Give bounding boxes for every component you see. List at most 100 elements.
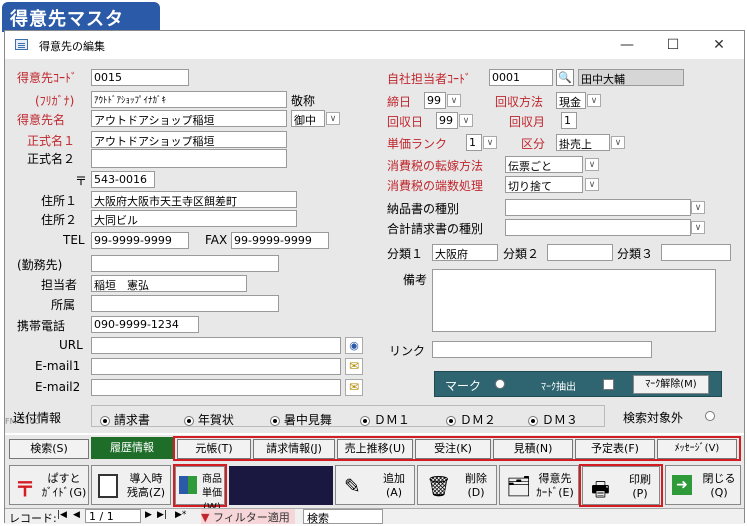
url-label: URL bbox=[59, 338, 83, 352]
tab-ledger[interactable]: 元帳(T) bbox=[177, 439, 251, 459]
mail-icon[interactable]: ✉ bbox=[345, 358, 363, 375]
tab-billing[interactable]: 請求情報(J) bbox=[253, 439, 335, 459]
tab-search[interactable]: 検索(S) bbox=[9, 439, 89, 459]
class2-field[interactable] bbox=[547, 244, 613, 261]
search-icon[interactable]: 🔍 bbox=[556, 69, 574, 86]
fax-field[interactable]: 99-9999-9999 bbox=[231, 232, 329, 249]
closing-select[interactable]: 99 bbox=[424, 92, 446, 109]
tab-history[interactable]: 履歴情報 bbox=[91, 437, 173, 459]
collect-month-field[interactable]: 1 bbox=[561, 112, 577, 129]
first-record-button[interactable]: |◀ bbox=[57, 510, 67, 520]
addr2-field[interactable]: 大同ビル bbox=[91, 210, 297, 227]
tab-bar: 検索(S) 履歴情報 元帳(T) 請求情報(J) 売上推移(U) 受注(K) 見… bbox=[5, 435, 744, 463]
nav-search-field[interactable]: 検索 bbox=[303, 509, 383, 525]
new-record-button[interactable]: ▶* bbox=[175, 510, 186, 520]
dark-spacer bbox=[229, 466, 333, 505]
price-rank-select[interactable]: 1 bbox=[466, 134, 482, 151]
tel-field[interactable]: 99-9999-9999 bbox=[91, 232, 189, 249]
del-label-2: (D) bbox=[467, 486, 485, 499]
class3-field[interactable] bbox=[661, 244, 731, 261]
send-option[interactable]: ＤＭ２ bbox=[446, 411, 496, 428]
send-option[interactable]: ＤＭ３ bbox=[528, 411, 578, 428]
honorific-select[interactable]: 御中 bbox=[291, 110, 325, 127]
next-record-button[interactable]: ▶ bbox=[145, 510, 152, 520]
collect-method-select[interactable]: 現金 bbox=[556, 92, 586, 109]
send-option[interactable]: 請求書 bbox=[100, 411, 150, 428]
trash-icon: 🗑 bbox=[426, 474, 452, 498]
person-field[interactable]: 稲垣 憲弘 bbox=[91, 275, 247, 292]
delivery-type-select[interactable] bbox=[505, 199, 691, 216]
cust-code-label: 得意先ｺｰﾄﾞ bbox=[17, 71, 78, 85]
tab-schedule[interactable]: 予定表(F) bbox=[575, 439, 655, 459]
addr1-field[interactable]: 大阪府大阪市天王寺区餌差町 bbox=[91, 191, 297, 208]
card-label-2: ｶｰﾄﾞ(E) bbox=[536, 486, 574, 499]
chevron-down-icon[interactable]: ∨ bbox=[691, 201, 705, 214]
link-field[interactable] bbox=[432, 341, 652, 358]
minimize-button[interactable]: — bbox=[605, 33, 649, 57]
add-label-2: (A) bbox=[385, 486, 403, 499]
chevron-down-icon[interactable]: ∨ bbox=[585, 158, 599, 171]
mobile-field[interactable]: 090-9999-1234 bbox=[91, 316, 199, 333]
workplace-field[interactable] bbox=[91, 255, 279, 272]
chevron-down-icon[interactable]: ∨ bbox=[459, 114, 473, 127]
close-window-button[interactable]: ✕ bbox=[697, 33, 741, 57]
email1-field[interactable] bbox=[91, 358, 341, 375]
send-option[interactable]: ＤＭ１ bbox=[360, 411, 410, 428]
globe-icon[interactable]: ◉ bbox=[345, 337, 363, 354]
link-label: リンク bbox=[389, 344, 426, 358]
customer-card-button[interactable]: 🗂 得意先 ｶｰﾄﾞ(E) bbox=[499, 465, 579, 505]
official2-field[interactable] bbox=[91, 149, 287, 168]
add-label: 追加 bbox=[383, 472, 405, 485]
mark-extract-checkbox[interactable] bbox=[603, 379, 614, 390]
official1-field[interactable]: アウトドアショップ稲垣 bbox=[91, 131, 287, 148]
chevron-down-icon[interactable]: ∨ bbox=[691, 221, 705, 234]
search-exclude-radio[interactable] bbox=[705, 411, 715, 421]
delete-button[interactable]: 🗑 削除 (D) bbox=[417, 465, 497, 505]
kana-field[interactable]: ｱｳﾄﾄﾞｱｼｮｯﾌﾟｲﾅｶﾞｷ bbox=[91, 91, 287, 108]
tab-sales-trend[interactable]: 売上推移(U) bbox=[337, 439, 413, 459]
last-record-button[interactable]: ▶| bbox=[157, 510, 167, 520]
official2-label: 正式名２ bbox=[27, 152, 76, 166]
send-option[interactable]: 暑中見舞 bbox=[270, 411, 332, 428]
email2-field[interactable] bbox=[91, 379, 341, 396]
product-label: 商品 bbox=[202, 474, 222, 485]
chevron-down-icon[interactable]: ∨ bbox=[326, 112, 340, 125]
dept-field[interactable] bbox=[91, 295, 279, 312]
mark-radio[interactable] bbox=[495, 379, 505, 389]
record-position-field[interactable]: 1 / 1 bbox=[85, 509, 141, 523]
tab-estimate[interactable]: 見積(N) bbox=[493, 439, 573, 459]
class1-field[interactable]: 大阪府 bbox=[432, 244, 498, 261]
prev-record-button[interactable]: ◀ bbox=[73, 510, 80, 520]
remarks-field[interactable] bbox=[432, 269, 716, 332]
collect-day-select[interactable]: 99 bbox=[436, 112, 458, 129]
filter-indicator[interactable]: ▼ フィルター適用 bbox=[201, 509, 295, 524]
chevron-down-icon[interactable]: ∨ bbox=[585, 178, 599, 191]
chevron-down-icon[interactable]: ∨ bbox=[447, 94, 461, 107]
mail-icon[interactable]: ✉ bbox=[345, 379, 363, 396]
category-select[interactable]: 掛売上 bbox=[556, 134, 610, 151]
zip-field[interactable]: 543-0016 bbox=[91, 171, 155, 188]
add-button[interactable]: ✎ 追加 (A) bbox=[335, 465, 415, 505]
tab-message[interactable]: ﾒｯｾｰｼﾞ(V) bbox=[657, 439, 737, 459]
postal-guide-button[interactable]: 〒 ぱすと ｶﾞｲﾄﾞ(G) bbox=[9, 465, 89, 505]
chevron-down-icon[interactable]: ∨ bbox=[587, 94, 601, 107]
tab-orders[interactable]: 受注(K) bbox=[415, 439, 491, 459]
cust-code-field[interactable]: 0015 bbox=[91, 69, 189, 86]
tax-round-select[interactable]: 切り捨て bbox=[505, 176, 583, 193]
tax-shift-select[interactable]: 伝票ごと bbox=[505, 156, 583, 173]
invoice-type-select[interactable] bbox=[505, 219, 691, 236]
mark-clear-button[interactable]: ﾏｰｸ解除(M) bbox=[633, 375, 709, 394]
chevron-down-icon[interactable]: ∨ bbox=[483, 136, 497, 149]
postal-label-2: ｶﾞｲﾄﾞ(G) bbox=[41, 486, 87, 499]
url-field[interactable] bbox=[91, 337, 341, 354]
cust-name-label: 得意先名 bbox=[17, 113, 66, 127]
chevron-down-icon[interactable]: ∨ bbox=[611, 136, 625, 149]
send-option[interactable]: 年賀状 bbox=[184, 411, 234, 428]
cust-name-field[interactable]: アウトドアショップ稲垣 bbox=[91, 110, 287, 127]
close-button[interactable]: ➜ 閉じる (Q) bbox=[665, 465, 741, 505]
print-button[interactable]: 🖶 印刷 (P) bbox=[582, 466, 660, 505]
staff-code-field[interactable]: 0001 bbox=[489, 69, 553, 86]
product-price-button[interactable]: 商品単価(W) bbox=[175, 466, 225, 513]
maximize-button[interactable]: ☐ bbox=[651, 33, 695, 57]
opening-balance-button[interactable]: 導入時 残高(Z) bbox=[91, 465, 171, 505]
